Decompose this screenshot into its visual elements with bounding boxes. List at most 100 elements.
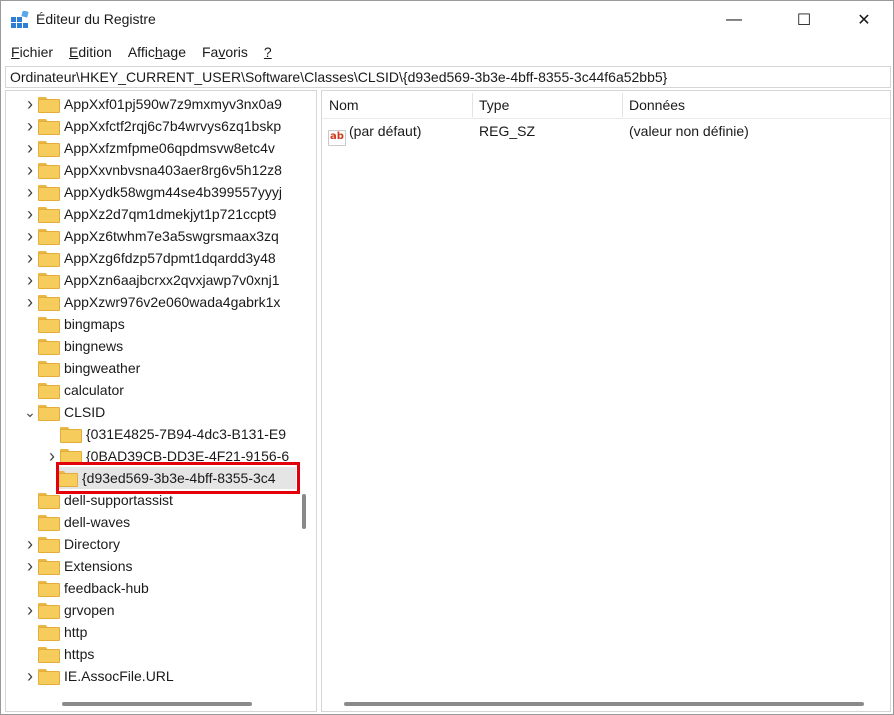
chevron-right-icon[interactable]: › — [22, 555, 38, 577]
folder-icon — [38, 141, 60, 157]
tree-item[interactable]: › {0BAD39CB-DD3E-4F21-9156-6 — [44, 445, 300, 467]
tree-connector — [22, 313, 38, 335]
chevron-right-icon[interactable]: › — [22, 291, 38, 313]
tree-item-label: AppXxvnbvsna403aer8rg6v5h12z8 — [64, 162, 282, 178]
chevron-right-icon[interactable]: › — [44, 445, 60, 467]
folder-icon — [38, 119, 60, 135]
tree-item[interactable]: › AppXxfctf2rqj6c7b4wrvys6zq1bskp — [22, 115, 300, 137]
tree-item-label: AppXydk58wgm44se4b399557yyyj — [64, 184, 282, 200]
chevron-right-icon[interactable]: › — [22, 665, 38, 687]
tree-item[interactable]: bingmaps — [22, 313, 300, 335]
tree-item[interactable]: › AppXz2d7qm1dmekjyt1p721ccpt9 — [22, 203, 300, 225]
menu-affichage-pre: Affic — [127, 44, 155, 60]
chevron-right-icon[interactable]: › — [22, 599, 38, 621]
tree-connector — [22, 511, 38, 533]
tree-item[interactable]: https — [22, 643, 300, 665]
tree-vertical-scrollbar[interactable] — [302, 494, 306, 529]
tree-item[interactable]: › AppXzg6fdzp57dpmt1dqardd3y48 — [22, 247, 300, 269]
folder-icon — [38, 625, 60, 641]
registry-editor-window: Éditeur du Registre — ☐ ✕ Fichier Editio… — [0, 0, 894, 715]
value-row[interactable]: ab (par défaut) REG_SZ (valeur non défini… — [322, 119, 890, 146]
tree-pane[interactable]: › AppXxf01pj590w7z9mxmyv3nx0a9 › AppXxfctf2… — [5, 90, 317, 712]
folder-icon — [38, 647, 60, 663]
tree-item[interactable]: › Extensions — [22, 555, 300, 577]
column-header-nom[interactable]: Nom — [322, 91, 472, 119]
chevron-right-icon[interactable]: › — [22, 115, 38, 137]
tree-item[interactable]: › AppXxfzmfpme06qpdmsvw8etc4v — [22, 137, 300, 159]
tree-item[interactable]: › IE.AssocFile.URL — [22, 665, 300, 687]
chevron-right-icon[interactable]: › — [22, 247, 38, 269]
tree-item-label: AppXzwr976v2e060wada4gabrk1x — [64, 294, 281, 310]
chevron-right-icon[interactable]: › — [22, 181, 38, 203]
tree-item-label: bingweather — [64, 360, 141, 376]
chevron-right-icon[interactable]: › — [22, 137, 38, 159]
chevron-right-icon[interactable]: › — [22, 225, 38, 247]
chevron-right-icon[interactable]: › — [22, 203, 38, 225]
chevron-right-icon[interactable]: › — [22, 159, 38, 181]
menu-fichier-access: F — [11, 44, 20, 60]
folder-icon — [38, 229, 60, 245]
menu-favoris[interactable]: Favoris — [194, 39, 256, 65]
tree-item[interactable]: › AppXxvnbvsna403aer8rg6v5h12z8 — [22, 159, 300, 181]
folder-icon — [38, 339, 60, 355]
tree-item[interactable]: › AppXzwr976v2e060wada4gabrk1x — [22, 291, 300, 313]
tree-item[interactable]: {031E4825-7B94-4dc3-B131-E9 — [44, 423, 300, 445]
tree-item[interactable]: › AppXydk58wgm44se4b399557yyyj — [22, 181, 300, 203]
tree-item-label: https — [64, 646, 95, 662]
tree-item[interactable]: › AppXxf01pj590w7z9mxmyv3nx0a9 — [22, 93, 300, 115]
tree-item-label: AppXxf01pj590w7z9mxmyv3nx0a9 — [64, 96, 282, 112]
menu-affichage-post: age — [162, 44, 186, 60]
tree-connector — [44, 423, 60, 445]
tree-connector — [22, 621, 38, 643]
tree-item[interactable]: › AppXz6twhm7e3a5swgrsmaax3zq — [22, 225, 300, 247]
folder-icon — [38, 251, 60, 267]
close-button[interactable]: ✕ — [841, 1, 887, 39]
chevron-right-icon[interactable]: › — [22, 269, 38, 291]
tree-item-label: AppXz6twhm7e3a5swgrsmaax3zq — [64, 228, 279, 244]
tree-item-label: grvopen — [64, 602, 115, 618]
column-header-type[interactable]: Type — [472, 91, 622, 119]
list-header: Nom Type Données — [322, 91, 890, 119]
menu-fichier[interactable]: Fichier — [3, 39, 61, 65]
chevron-right-icon[interactable]: › — [22, 533, 38, 555]
menu-bar: Fichier Edition Affichage Favoris ? — [1, 39, 893, 65]
menu-help[interactable]: ? — [256, 39, 280, 65]
tree-item[interactable]: feedback-hub — [22, 577, 300, 599]
tree-item[interactable]: http — [22, 621, 300, 643]
tree-item-label: {d93ed569-3b3e-4bff-8355-3c4 — [82, 470, 276, 486]
tree-horizontal-scrollbar[interactable] — [62, 702, 252, 706]
folder-icon — [38, 295, 60, 311]
value-name-cell: ab (par défaut) — [328, 119, 422, 146]
folder-icon — [38, 317, 60, 333]
tree-item-selected[interactable]: {d93ed569-3b3e-4bff-8355-3c4 — [56, 467, 296, 489]
folder-icon — [56, 471, 78, 487]
chevron-right-icon[interactable]: › — [22, 93, 38, 115]
folder-icon — [60, 449, 82, 465]
menu-affichage[interactable]: Affichage — [120, 39, 194, 65]
tree-item[interactable]: ⌄ CLSID — [22, 401, 300, 423]
tree-item[interactable]: › AppXzn6aajbcrxx2qvxjawp7v0xnj1 — [22, 269, 300, 291]
maximize-button[interactable]: ☐ — [781, 1, 827, 39]
address-bar[interactable]: Ordinateur\HKEY_CURRENT_USER\Software\Cl… — [5, 66, 891, 88]
tree-item[interactable]: › Directory — [22, 533, 300, 555]
tree-item[interactable]: calculator — [22, 379, 300, 401]
tree-item[interactable]: dell-waves — [22, 511, 300, 533]
tree-item[interactable]: bingweather — [22, 357, 300, 379]
tree-connector — [22, 357, 38, 379]
folder-icon — [60, 427, 82, 443]
tree-item-label: dell-waves — [64, 514, 131, 530]
menu-edition[interactable]: Edition — [61, 39, 120, 65]
list-horizontal-scrollbar[interactable] — [344, 702, 864, 706]
tree-item[interactable]: dell-supportassist — [22, 489, 300, 511]
folder-icon — [38, 405, 60, 421]
values-pane[interactable]: Nom Type Données ab (par défaut) REG_SZ (… — [321, 90, 891, 712]
chevron-down-icon[interactable]: ⌄ — [22, 401, 38, 423]
folder-icon — [38, 207, 60, 223]
minimize-button[interactable]: — — [711, 1, 757, 39]
value-name: (par défaut) — [349, 123, 422, 139]
tree-item[interactable]: › grvopen — [22, 599, 300, 621]
column-header-donnees[interactable]: Données — [622, 91, 882, 119]
tree-item[interactable]: bingnews — [22, 335, 300, 357]
folder-icon — [38, 669, 60, 685]
value-type: REG_SZ — [479, 123, 536, 139]
